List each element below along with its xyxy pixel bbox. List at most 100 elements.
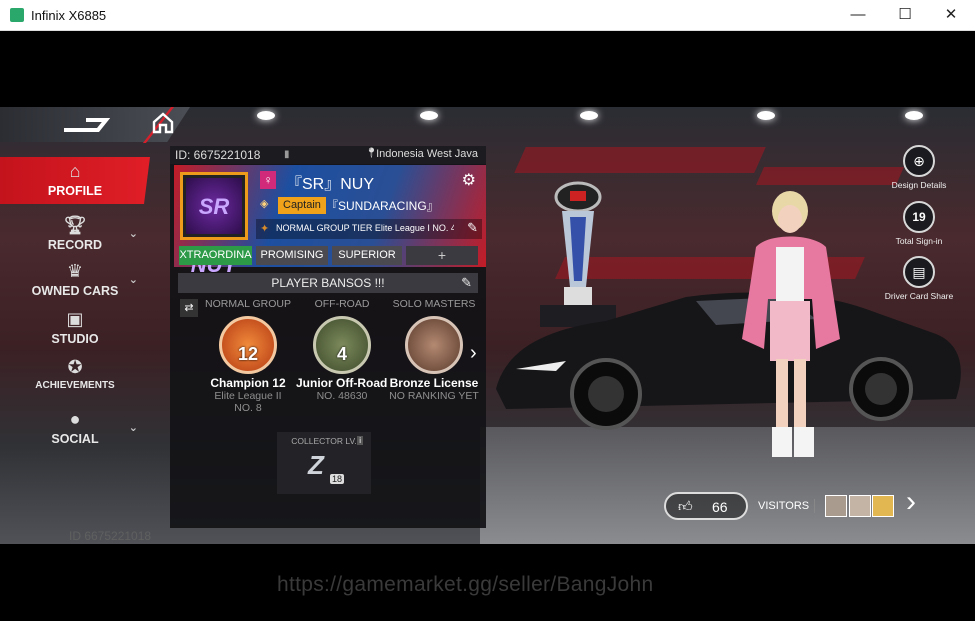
action-label: Total Sign-in [895,236,943,246]
driver-character [742,191,840,457]
window-title: Infinix X6885 [31,8,107,23]
chevron-right-icon[interactable]: › [470,342,477,365]
medal-icon: ✪ [67,357,83,377]
sidebar-item-record[interactable]: 🏆︎ RECORD ⌄ [0,215,150,252]
tier-row: ✦ NORMAL GROUP TIER Elite League I NO. 4… [256,219,482,239]
collector-badge-icon: Z 18 [304,450,344,484]
rank-number: NO. 8 [234,402,262,414]
sidebar-item-studio[interactable]: ▣ STUDIO [0,309,150,346]
maximize-button[interactable]: ☐ [882,0,928,31]
sidebar-item-label: PROFILE [47,184,103,198]
visitor-avatar[interactable] [849,495,871,517]
total-sign-in-button[interactable]: 19 Total Sign-in [874,201,964,246]
rank-name: Champion 12 [210,376,286,390]
player-id: ID: 6675221018 [175,148,261,162]
chevron-down-icon: ⌄ [128,422,138,434]
role-badge: Captain [278,197,326,214]
back-icon[interactable] [60,114,110,134]
id-card-icon: ▤ [903,256,935,288]
visitor-avatar[interactable] [872,495,894,517]
background-stripe [514,147,766,173]
tier-text: NORMAL GROUP TIER Elite League I NO. 4 [276,223,454,233]
bronze-license-badge-icon [405,316,463,374]
sidebar-item-social[interactable]: ● SOCIAL ⌄ [0,409,150,446]
divider [814,499,815,513]
collector-emblem: Z [308,450,324,480]
chevron-right-icon[interactable]: › [906,487,916,517]
home-icon: ⌂ [69,161,81,181]
player-name: 『SR』NUY [286,176,375,193]
champion-badge-icon: 12 [219,316,277,374]
avatar[interactable]: SR NUY [180,172,248,277]
chevron-down-icon: ⌄ [128,228,138,240]
magnifier-icon: ⊕ [903,145,935,177]
crown-icon: ♛ [66,261,84,281]
profile-id-row: ID: 6675221018 ▮ 📍︎ Indonesia West Java [170,146,486,164]
collector-level-value: 18 [329,474,344,484]
action-label: Design Details [891,180,947,190]
sidebar-item-achievements[interactable]: ✪ ACHIEVEMENTS [0,357,150,391]
collector-level[interactable]: COLLECTOR LV. i Z 18 [277,432,371,494]
trophy-icon: 🏆︎ [63,215,87,235]
rank-name: Junior Off-Road 4 [296,376,388,390]
club-emblem-icon: ◈ [260,198,269,210]
ceiling-lamp [420,111,438,120]
sidebar-item-label: SOCIAL [51,432,99,446]
driver-card-share-button[interactable]: ▤ Driver Card Share [874,256,964,301]
game-viewport: ⌂ PROFILE 🏆︎ RECORD ⌄ ♛ OWNED CARS ⌄ ▣ S… [0,107,975,544]
ceiling-lamp [580,111,598,120]
visitor-avatar[interactable] [825,495,847,517]
rank-name: Bronze License [389,376,479,390]
profile-panel: ID: 6675221018 ▮ 📍︎ Indonesia West Java … [170,146,486,528]
sidebar-item-label: STUDIO [51,332,99,346]
thumbs-up-icon: 👍︎ [678,498,693,514]
add-tag-button[interactable]: + [406,246,478,265]
gender-female-icon: ♀ [260,171,276,189]
tag-promising[interactable]: PROMISING [256,246,328,265]
copy-icon[interactable]: ▮ [284,149,290,160]
settings-gear-icon[interactable]: ⚙ [462,170,476,190]
like-count: 66 [712,499,728,515]
badge-number: 12 [237,344,259,364]
rank-off-road[interactable]: OFF-ROAD 4 Junior Off-Road 4 NO. 48630 [296,298,388,402]
title-bar: Infinix X6885 — ☐ ✕ [0,0,975,31]
player-signature-banner: PLAYER BANSOS !!! ✎ [178,273,478,293]
info-icon[interactable]: i [357,436,363,445]
minimize-button[interactable]: — [835,0,881,31]
person-icon: ● [69,409,81,429]
player-location: Indonesia West Java [376,148,478,160]
rank-solo-masters[interactable]: SOLO MASTERS Bronze License NO RANKING Y… [388,298,480,402]
rank-header: NORMAL GROUP [205,298,291,310]
edit-icon[interactable]: ✎ [467,220,478,236]
ceiling-lamp [757,111,775,120]
home-icon[interactable] [151,111,175,135]
visitors-label: VISITORS [758,500,810,512]
avatar-logo: SR NUY [186,178,242,277]
tag-xtraordinary[interactable]: XTRAORDINA [179,246,252,265]
design-details-button[interactable]: ⊕ Design Details [874,145,964,190]
rank-subtitle: Elite League II [214,390,282,402]
badge-number: 4 [336,344,347,364]
bottom-player-id: ID 6675221018 [69,529,152,543]
ceiling-lamp [257,111,275,120]
app-icon [10,8,24,22]
watermark: https://gamemarket.gg/seller/BangJohn [277,573,654,596]
sidebar-item-label: ACHIEVEMENTS [35,380,115,391]
rank-normal-group[interactable]: NORMAL GROUP 12 Champion 12 Elite League… [202,298,294,414]
close-button[interactable]: ✕ [928,0,974,31]
rank-header: OFF-ROAD [314,298,370,310]
tag-superior[interactable]: SUPERIOR [332,246,402,265]
sidebar-item-profile[interactable]: ⌂ PROFILE [0,157,150,204]
rank-status: NO RANKING YET [389,390,479,402]
off-road-badge-icon: 4 [313,316,371,374]
edit-icon[interactable]: ✎ [461,273,472,293]
tier-emblem-icon: ✦ [260,223,270,235]
sidebar-item-owned-cars[interactable]: ♛ OWNED CARS ⌄ [0,261,150,298]
sidebar-item-label: RECORD [47,238,103,252]
swap-icon[interactable]: ⇄ [180,299,198,317]
emulator-window: Infinix X6885 — ☐ ✕ ⌂ PROFILE 🏆︎ RECORD … [0,0,975,621]
calendar-icon: 19 [903,201,935,233]
club-name[interactable]: 『SUNDARACING』 [326,197,439,214]
like-button[interactable]: 👍︎ 66 [664,492,748,520]
ceiling-lamp [905,111,923,120]
